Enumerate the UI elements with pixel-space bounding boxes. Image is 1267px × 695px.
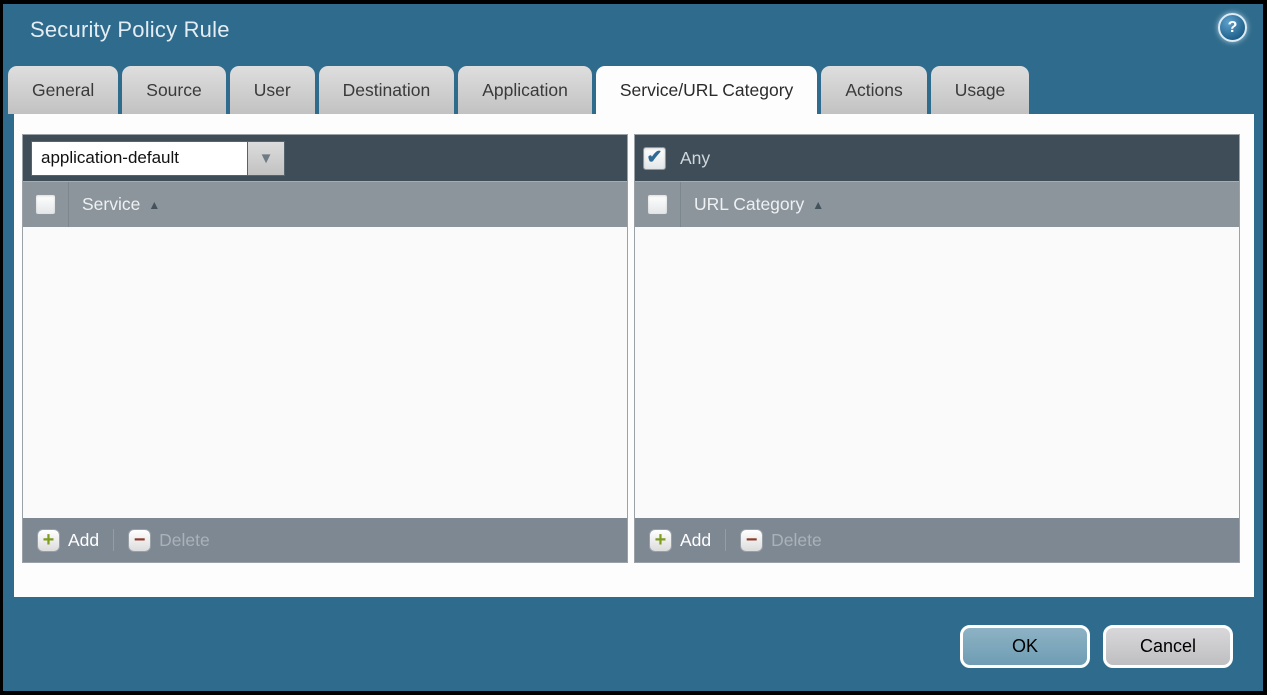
security-policy-rule-dialog: Security Policy Rule ? General Source Us… xyxy=(3,4,1263,691)
url-category-panel-header: ✔ Any xyxy=(635,135,1239,181)
tab-general[interactable]: General xyxy=(8,66,118,114)
url-category-delete-button[interactable]: − Delete xyxy=(736,529,826,552)
tab-content-area: ▼ Service ▲ + Add xyxy=(14,114,1254,597)
service-column-header[interactable]: Service xyxy=(69,194,140,215)
dialog-title: Security Policy Rule xyxy=(30,17,230,43)
service-list xyxy=(23,227,627,518)
service-delete-button[interactable]: − Delete xyxy=(124,529,214,552)
delete-button-label: Delete xyxy=(159,530,210,551)
tab-user[interactable]: User xyxy=(230,66,315,114)
service-select-all-cell xyxy=(23,182,69,227)
footer-divider xyxy=(113,529,114,551)
url-category-add-button[interactable]: + Add xyxy=(645,529,715,552)
service-type-dropdown-button[interactable]: ▼ xyxy=(247,141,285,176)
add-button-label: Add xyxy=(68,530,99,551)
add-icon: + xyxy=(649,529,672,552)
url-category-column-header-row: URL Category ▲ xyxy=(635,181,1239,227)
add-icon: + xyxy=(37,529,60,552)
url-category-select-all-checkbox[interactable] xyxy=(647,194,668,215)
tab-source[interactable]: Source xyxy=(122,66,225,114)
tab-usage[interactable]: Usage xyxy=(931,66,1030,114)
dialog-button-row: OK Cancel xyxy=(960,625,1233,668)
url-category-column-header[interactable]: URL Category xyxy=(681,194,804,215)
add-button-label: Add xyxy=(680,530,711,551)
help-icon[interactable]: ? xyxy=(1218,13,1247,42)
tab-bar: General Source User Destination Applicat… xyxy=(8,66,1263,114)
any-checkbox[interactable]: ✔ xyxy=(643,147,666,170)
ok-button[interactable]: OK xyxy=(960,625,1090,668)
service-select-all-checkbox[interactable] xyxy=(35,194,56,215)
url-category-select-all-cell xyxy=(635,182,681,227)
service-type-combobox: ▼ xyxy=(31,141,285,176)
tab-actions[interactable]: Actions xyxy=(821,66,926,114)
sort-ascending-icon[interactable]: ▲ xyxy=(812,198,824,212)
footer-divider xyxy=(725,529,726,551)
service-panel-footer: + Add − Delete xyxy=(23,518,627,562)
delete-button-label: Delete xyxy=(771,530,822,551)
service-panel-header: ▼ xyxy=(23,135,627,181)
sort-ascending-icon[interactable]: ▲ xyxy=(148,198,160,212)
delete-icon: − xyxy=(740,529,763,552)
delete-icon: − xyxy=(128,529,151,552)
service-column-header-row: Service ▲ xyxy=(23,181,627,227)
check-icon: ✔ xyxy=(647,148,663,167)
tab-destination[interactable]: Destination xyxy=(319,66,455,114)
service-panel: ▼ Service ▲ + Add xyxy=(22,134,628,563)
url-category-list xyxy=(635,227,1239,518)
tab-service-url-category[interactable]: Service/URL Category xyxy=(596,66,817,114)
screen: Security Policy Rule ? General Source Us… xyxy=(0,0,1267,695)
url-category-panel-footer: + Add − Delete xyxy=(635,518,1239,562)
cancel-button[interactable]: Cancel xyxy=(1103,625,1233,668)
chevron-down-icon: ▼ xyxy=(259,151,274,166)
any-label: Any xyxy=(680,148,710,169)
service-add-button[interactable]: + Add xyxy=(33,529,103,552)
tab-application[interactable]: Application xyxy=(458,66,592,114)
url-category-panel: ✔ Any URL Category ▲ + Add xyxy=(634,134,1240,563)
service-type-input[interactable] xyxy=(31,141,247,176)
